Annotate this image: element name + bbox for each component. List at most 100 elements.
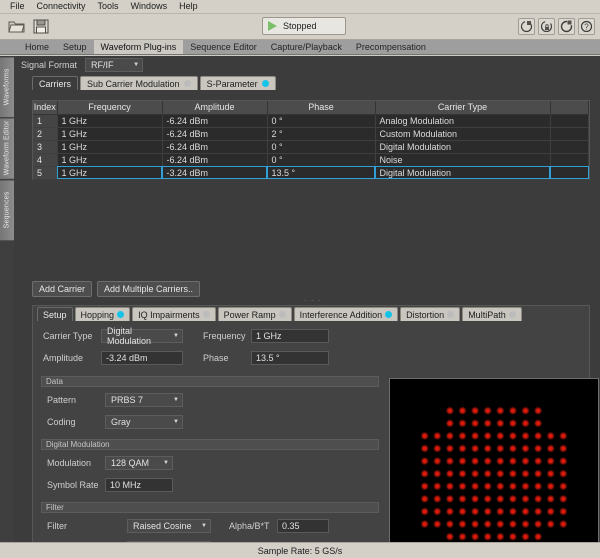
cell-carrier-type[interactable]: Custom Modulation (375, 127, 550, 140)
amplitude-label: Amplitude (43, 353, 101, 363)
cell-amplitude[interactable]: -6.24 dBm (162, 114, 267, 127)
table-row[interactable]: 5 1 GHz -3.24 dBm 13.5 ° Digital Modulat… (33, 166, 589, 179)
menu-item-connectivity[interactable]: Connectivity (31, 0, 92, 13)
cell-phase[interactable]: 13.5 ° (267, 166, 375, 179)
vertical-tab-waveforms[interactable]: Waveforms (0, 56, 14, 117)
run-stop-button[interactable]: Stopped (262, 17, 346, 35)
pattern-label: Pattern (47, 395, 105, 405)
coding-row: Coding Gray ▼ (47, 415, 379, 429)
add-multiple-carriers-button[interactable]: Add Multiple Carriers.. (97, 281, 200, 297)
ribbon-tab-setup[interactable]: Setup (56, 40, 94, 54)
column-header-carrier-type[interactable]: Carrier Type (375, 101, 550, 114)
ribbon-tab-capture-playback[interactable]: Capture/Playback (264, 40, 349, 54)
cell-amplitude[interactable]: -3.24 dBm (162, 166, 267, 179)
save-file-button[interactable] (30, 17, 51, 37)
pattern-row: Pattern PRBS 7 ▼ (47, 393, 379, 407)
status-dot-icon (262, 80, 269, 87)
instrument-refresh-button[interactable] (518, 18, 535, 35)
column-header-amplitude[interactable]: Amplitude (162, 101, 267, 114)
frequency-input[interactable]: 1 GHz (251, 329, 329, 343)
cell-phase[interactable]: 0 ° (267, 140, 375, 153)
ribbon-tab-home[interactable]: Home (18, 40, 56, 54)
menu-bar: File Connectivity Tools Windows Help (0, 0, 600, 14)
table-row[interactable]: 1 1 GHz -6.24 dBm 0 ° Analog Modulation (33, 114, 589, 127)
modulation-select[interactable]: 128 QAM ▼ (105, 456, 173, 470)
tab-carriers[interactable]: Carriers (32, 76, 78, 90)
setup-form: Carrier Type Digital Modulation ▼ Freque… (33, 321, 589, 365)
cell-frequency[interactable]: 1 GHz (57, 127, 162, 140)
data-group-body: Pattern PRBS 7 ▼ Coding Gray ▼ (41, 387, 379, 429)
menu-item-tools[interactable]: Tools (92, 0, 125, 13)
column-header-frequency[interactable]: Frequency (57, 101, 162, 114)
column-header-index[interactable]: Index (33, 101, 57, 114)
chevron-down-icon: ▼ (201, 523, 207, 529)
cell-frequency[interactable]: 1 GHz (57, 140, 162, 153)
table-row[interactable]: 3 1 GHz -6.24 dBm 0 ° Digital Modulation (33, 140, 589, 153)
cell-index: 2 (33, 127, 57, 140)
menu-item-windows[interactable]: Windows (125, 0, 174, 13)
vertical-tab-waveform-editor[interactable]: Waveform Editor (0, 117, 14, 178)
cell-amplitude[interactable]: -6.24 dBm (162, 140, 267, 153)
vertical-tab-sequences[interactable]: Sequences (0, 179, 14, 240)
refresh-button[interactable] (558, 18, 575, 35)
cell-spacer (550, 166, 589, 179)
cell-carrier-type[interactable]: Analog Modulation (375, 114, 550, 127)
chevron-down-icon: ▼ (173, 333, 179, 339)
table-row[interactable]: 2 1 GHz -6.24 dBm 2 ° Custom Modulation (33, 127, 589, 140)
splitter-grip[interactable]: · · · (304, 296, 321, 305)
ribbon-tab-waveform-plugins[interactable]: Waveform Plug-ins (94, 40, 184, 54)
alpha-input[interactable]: 0.35 (277, 519, 329, 533)
instrument-refresh-icon (520, 20, 533, 33)
cell-amplitude[interactable]: -6.24 dBm (162, 127, 267, 140)
tab-hopping[interactable]: Hopping (75, 307, 131, 321)
menu-item-help[interactable]: Help (173, 0, 204, 13)
tab-iq-impairments[interactable]: IQ Impairments (132, 307, 216, 321)
cell-index: 4 (33, 153, 57, 166)
add-carrier-button[interactable]: Add Carrier (32, 281, 92, 297)
signal-format-select[interactable]: RF/IF ▼ (85, 58, 143, 72)
open-file-button[interactable] (6, 17, 27, 37)
folder-open-icon (8, 19, 25, 34)
cell-frequency[interactable]: 1 GHz (57, 153, 162, 166)
constellation-canvas (390, 379, 598, 558)
coding-select[interactable]: Gray ▼ (105, 415, 183, 429)
ribbon-tab-sequence-editor[interactable]: Sequence Editor (183, 40, 264, 54)
column-header-phase[interactable]: Phase (267, 101, 375, 114)
cell-phase[interactable]: 2 ° (267, 127, 375, 140)
phase-input[interactable]: 13.5 ° (251, 351, 329, 365)
cell-carrier-type[interactable]: Digital Modulation (375, 166, 550, 179)
tab-s-parameter[interactable]: S-Parameter (200, 76, 276, 90)
column-header-spacer (550, 101, 589, 114)
carrier-type-select[interactable]: Digital Modulation ▼ (101, 329, 183, 343)
cell-phase[interactable]: 0 ° (267, 114, 375, 127)
table-row[interactable]: 4 1 GHz -6.24 dBm 0 ° Noise (33, 153, 589, 166)
help-question-icon: ? (580, 20, 593, 33)
help-button[interactable]: ? (578, 18, 595, 35)
amplitude-input[interactable]: -3.24 dBm (101, 351, 183, 365)
cell-carrier-type[interactable]: Digital Modulation (375, 140, 550, 153)
cell-frequency[interactable]: 1 GHz (57, 166, 162, 179)
pattern-select[interactable]: PRBS 7 ▼ (105, 393, 183, 407)
menu-item-file[interactable]: File (4, 0, 31, 13)
instrument-lock-icon (540, 20, 553, 33)
status-bar: Sample Rate: 5 GS/s (0, 542, 600, 558)
save-disk-icon (33, 19, 49, 34)
cell-carrier-type[interactable]: Noise (375, 153, 550, 166)
cell-frequency[interactable]: 1 GHz (57, 114, 162, 127)
tab-multipath[interactable]: MultiPath (462, 307, 522, 321)
filter-select[interactable]: Raised Cosine ▼ (127, 519, 211, 533)
play-triangle-icon (268, 21, 277, 31)
cell-amplitude[interactable]: -6.24 dBm (162, 153, 267, 166)
tab-sub-carrier-modulation[interactable]: Sub Carrier Modulation (80, 76, 198, 90)
carrier-table-container[interactable]: Index Frequency Amplitude Phase Carrier … (32, 100, 590, 180)
tab-distortion-label: Distortion (406, 310, 444, 320)
cell-index: 3 (33, 140, 57, 153)
symbol-rate-input[interactable]: 10 MHz (105, 478, 173, 492)
tab-setup[interactable]: Setup (37, 307, 73, 321)
tab-distortion[interactable]: Distortion (400, 307, 460, 321)
tab-interference-addition[interactable]: Interference Addition (294, 307, 399, 321)
tab-power-ramp[interactable]: Power Ramp (218, 307, 292, 321)
cell-phase[interactable]: 0 ° (267, 153, 375, 166)
ribbon-tab-precompensation[interactable]: Precompensation (349, 40, 433, 54)
instrument-lock-button[interactable] (538, 18, 555, 35)
